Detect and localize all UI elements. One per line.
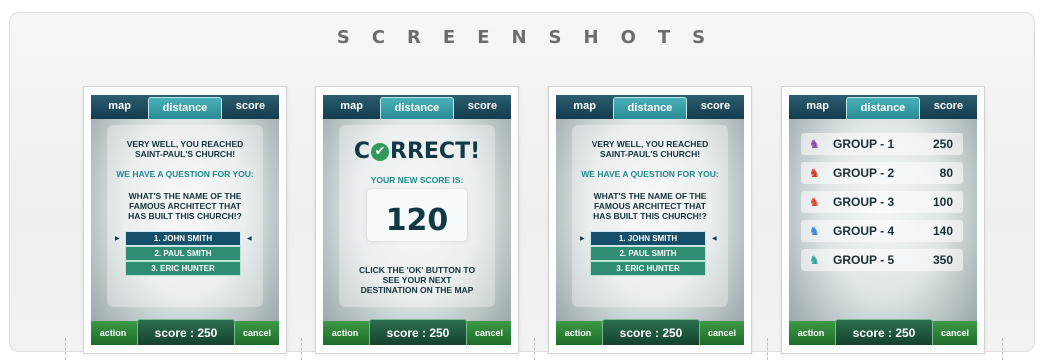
screenshot-4[interactable]: map distance score ♞ GROUP - 1 250 ♞ GROUP -… bbox=[781, 86, 985, 354]
cancel-button[interactable]: cancel bbox=[467, 321, 511, 345]
tab-bar: map distance score bbox=[323, 95, 511, 119]
hint-line-1: CLICK THE 'OK' BUTTON TO bbox=[358, 265, 476, 275]
score-display: score : 250 bbox=[602, 319, 700, 345]
question-line-1: WHAT'S THE NAME OF THE bbox=[128, 191, 242, 201]
guide-line bbox=[767, 338, 768, 360]
phone-screen: map distance score VERY WELL, YOU REACHE… bbox=[91, 95, 279, 345]
bottom-bar: action score : 250 cancel bbox=[556, 319, 744, 345]
tab-map[interactable]: map bbox=[556, 95, 613, 119]
tab-score[interactable]: score bbox=[687, 95, 744, 119]
tab-bar: map distance score bbox=[556, 95, 744, 119]
group-pawn-icon: ♞ bbox=[809, 253, 820, 267]
screenshot-3[interactable]: map distance score VERY WELL, YOU REACHE… bbox=[548, 86, 752, 354]
tab-map[interactable]: map bbox=[91, 95, 148, 119]
action-button[interactable]: action bbox=[323, 321, 367, 345]
tab-bar: map distance score bbox=[789, 95, 977, 119]
section-heading: SCREENSHOTS bbox=[336, 27, 728, 48]
cancel-button[interactable]: cancel bbox=[933, 321, 977, 345]
tab-distance[interactable]: distance bbox=[380, 97, 454, 119]
group-score: 140 bbox=[932, 224, 953, 238]
action-button[interactable]: action bbox=[556, 321, 600, 345]
tab-score[interactable]: score bbox=[920, 95, 977, 119]
group-score: 250 bbox=[932, 137, 953, 151]
action-button[interactable]: action bbox=[91, 321, 135, 345]
group-pawn-icon: ♞ bbox=[809, 224, 820, 238]
hint-line-3: DESTINATION ON THE MAP bbox=[360, 285, 474, 295]
group-name: GROUP - 2 bbox=[833, 166, 895, 180]
score-display: score : 250 bbox=[835, 319, 933, 345]
tab-map[interactable]: map bbox=[789, 95, 846, 119]
reached-line-1: VERY WELL, YOU REACHED bbox=[126, 139, 244, 149]
group-score: 350 bbox=[932, 253, 953, 267]
cancel-button[interactable]: cancel bbox=[235, 321, 279, 345]
guide-line bbox=[65, 338, 66, 360]
tab-score[interactable]: score bbox=[222, 95, 279, 119]
score-display: score : 250 bbox=[369, 319, 467, 345]
phone-screen: map distance score ♞ GROUP - 1 250 ♞ GROUP -… bbox=[789, 95, 977, 345]
bottom-bar: action score : 250 cancel bbox=[323, 319, 511, 345]
group-pawn-icon: ♞ bbox=[809, 137, 820, 151]
group-name: GROUP - 4 bbox=[833, 224, 895, 238]
tab-map[interactable]: map bbox=[323, 95, 380, 119]
bottom-bar: action score : 250 cancel bbox=[91, 319, 279, 345]
question-line-1: WHAT'S THE NAME OF THE bbox=[593, 191, 707, 201]
cancel-button[interactable]: cancel bbox=[700, 321, 744, 345]
arrow-left-icon: ◀ bbox=[247, 235, 252, 242]
new-score-value: 120 bbox=[385, 203, 449, 238]
correct-title-start: C bbox=[353, 139, 371, 164]
tab-distance[interactable]: distance bbox=[148, 97, 222, 119]
group-pawn-icon: ♞ bbox=[809, 166, 820, 180]
answer-option-2[interactable]: 2. PAUL SMITH bbox=[590, 246, 706, 261]
bottom-bar: action score : 250 cancel bbox=[789, 319, 977, 345]
answer-option-3[interactable]: 3. ERIC HUNTER bbox=[125, 261, 241, 276]
action-button[interactable]: action bbox=[789, 321, 833, 345]
correct-title: C ✔ RRECT! bbox=[323, 139, 511, 164]
group-name: GROUP - 3 bbox=[833, 195, 895, 209]
tab-bar: map distance score bbox=[91, 95, 279, 119]
screenshot-1[interactable]: map distance score VERY WELL, YOU REACHE… bbox=[83, 86, 287, 354]
tab-distance[interactable]: distance bbox=[613, 97, 687, 119]
hint-line-2: SEE YOUR NEXT bbox=[382, 275, 452, 285]
answer-option-2[interactable]: 2. PAUL SMITH bbox=[125, 246, 241, 261]
group-name: GROUP - 1 bbox=[833, 137, 895, 151]
arrow-right-icon: ▶ bbox=[115, 235, 120, 242]
reached-line-2: SAINT-PAUL'S CHURCH! bbox=[599, 149, 701, 159]
answer-option-1[interactable]: 1. JOHN SMITH bbox=[125, 231, 241, 246]
check-icon: ✔ bbox=[371, 143, 390, 161]
reached-line-1: VERY WELL, YOU REACHED bbox=[591, 139, 709, 149]
group-name: GROUP - 5 bbox=[833, 253, 895, 267]
reached-line-2: SAINT-PAUL'S CHURCH! bbox=[134, 149, 236, 159]
screenshot-2[interactable]: map distance score C ✔ RRECT! YOUR NEW SCO… bbox=[315, 86, 519, 354]
guide-line bbox=[1002, 338, 1003, 360]
guide-line bbox=[534, 338, 535, 360]
correct-title-end: RRECT! bbox=[390, 139, 481, 164]
group-pawn-icon: ♞ bbox=[809, 195, 820, 209]
tab-score[interactable]: score bbox=[454, 95, 511, 119]
phone-screen: map distance score C ✔ RRECT! YOUR NEW SCO… bbox=[323, 95, 511, 345]
arrow-left-icon: ◀ bbox=[712, 235, 717, 242]
score-display: score : 250 bbox=[137, 319, 235, 345]
new-score-label: YOUR NEW SCORE IS: bbox=[370, 175, 464, 185]
question-line-3: HAS BUILT THIS CHURCH!? bbox=[128, 211, 242, 221]
tab-distance[interactable]: distance bbox=[846, 97, 920, 119]
question-line-3: HAS BUILT THIS CHURCH!? bbox=[593, 211, 707, 221]
group-score: 100 bbox=[932, 195, 953, 209]
group-score: 80 bbox=[939, 166, 953, 180]
question-intro: WE HAVE A QUESTION FOR YOU: bbox=[581, 169, 719, 179]
question-line-2: FAMOUS ARCHITECT THAT bbox=[594, 201, 706, 211]
question-line-2: FAMOUS ARCHITECT THAT bbox=[129, 201, 241, 211]
question-intro: WE HAVE A QUESTION FOR YOU: bbox=[116, 169, 254, 179]
answer-option-1[interactable]: 1. JOHN SMITH bbox=[590, 231, 706, 246]
guide-line bbox=[301, 338, 302, 360]
arrow-right-icon: ▶ bbox=[580, 235, 585, 242]
phone-screen: map distance score VERY WELL, YOU REACHE… bbox=[556, 95, 744, 345]
answer-option-3[interactable]: 3. ERIC HUNTER bbox=[590, 261, 706, 276]
